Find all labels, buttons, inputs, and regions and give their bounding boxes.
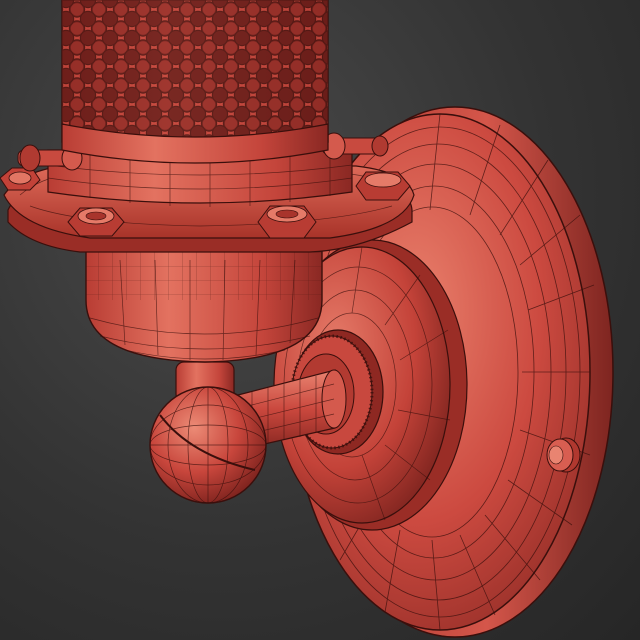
- side-bolt-right: [321, 132, 389, 160]
- hex-nut-right: [355, 171, 411, 201]
- viewport-3d: [0, 0, 640, 640]
- mesh-cage: [61, 0, 329, 164]
- hex-nut-front-left: [67, 207, 125, 237]
- ball-joint: [149, 361, 267, 504]
- hex-nut-front: [257, 205, 317, 239]
- hex-nut-left: [0, 167, 41, 191]
- socket-cup: [85, 249, 323, 363]
- set-screw: [546, 437, 581, 473]
- sconce-render: [0, 0, 614, 638]
